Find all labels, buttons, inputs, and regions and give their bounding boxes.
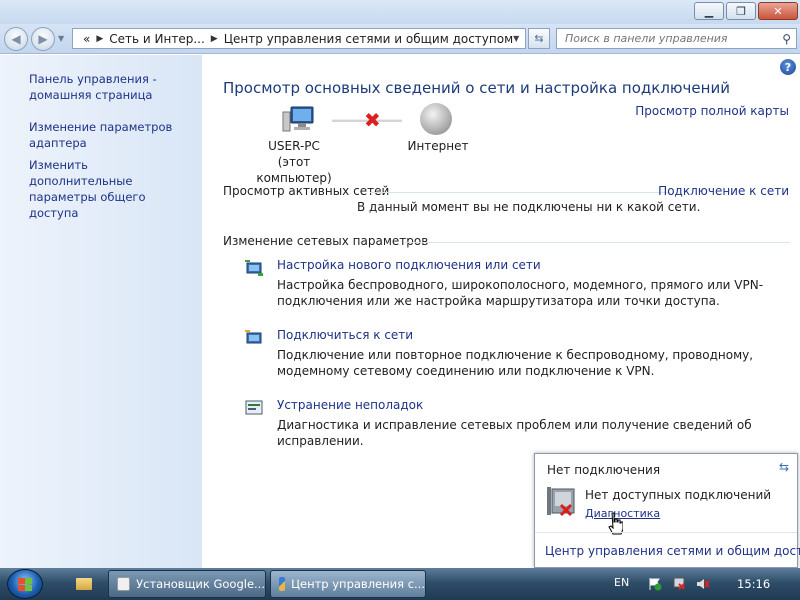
sidebar-item-control-panel-home[interactable]: Панель управления - домашняя страница (29, 71, 194, 103)
back-button[interactable]: ◀ (4, 27, 28, 51)
new-connection-icon[interactable] (244, 259, 264, 277)
control-panel-icon (279, 577, 286, 591)
computer-subtitle: (этот компьютер) (256, 155, 332, 185)
no-connection-x-icon[interactable]: ✖ (364, 108, 381, 132)
refresh-button[interactable]: ⇆ (528, 28, 550, 49)
forward-button[interactable]: ▶ (31, 27, 55, 51)
task-troubleshoot-desc: Диагностика и исправление сетевых пробле… (277, 418, 752, 448)
restore-icon: ❐ (736, 4, 746, 18)
section-divider (370, 192, 670, 193)
close-button[interactable]: ✕ (758, 2, 798, 20)
close-icon: ✕ (773, 4, 783, 18)
page-title: Просмотр основных сведений о сети и наст… (223, 79, 730, 97)
full-map-link[interactable]: Просмотр полной карты (635, 104, 789, 118)
search-box[interactable]: ⚲ (556, 28, 797, 49)
refresh-icon: ⇆ (534, 32, 544, 45)
forward-arrow-icon: ▶ (38, 32, 48, 46)
internet-label: Интернет (407, 139, 469, 153)
minimize-button[interactable]: ▁ (694, 2, 724, 20)
task-connect-network-desc: Подключение или повторное подключение к … (277, 348, 754, 378)
minimize-icon: ▁ (704, 4, 714, 18)
search-input[interactable] (565, 32, 765, 45)
flyout-no-connections: Нет доступных подключений (585, 488, 772, 502)
taskbar: Установщик Google... Центр управления с.… (0, 568, 800, 600)
address-bar[interactable]: « ▶ Сеть и Интер... ▶ Центр управления с… (72, 28, 526, 49)
flyout-divider (535, 532, 797, 533)
installer-icon (117, 577, 131, 591)
internet-globe-icon[interactable] (420, 103, 452, 135)
breadcrumb-separator-icon[interactable]: ▶ (211, 34, 218, 44)
task-setup-connection[interactable]: Настройка нового подключения или сети (277, 258, 541, 272)
troubleshoot-icon[interactable] (244, 399, 264, 417)
computer-name: USER-PC (268, 139, 320, 153)
sidebar-item-sharing-settings[interactable]: Изменить дополнительные параметры общего… (29, 157, 194, 221)
folder-icon (76, 578, 92, 590)
taskbar-item-network-center[interactable]: Центр управления с... (270, 570, 426, 598)
window-controls: ▁ ❐ ✕ (694, 2, 798, 20)
back-arrow-icon: ◀ (11, 32, 21, 46)
address-overflow[interactable]: « (83, 32, 90, 46)
active-networks-title: Просмотр активных сетей (223, 184, 390, 198)
task-setup-connection-desc: Настройка беспроводного, широкополосного… (277, 278, 764, 308)
address-dropdown-icon[interactable]: ▼ (513, 34, 519, 43)
breadcrumb-separator-icon[interactable]: ▶ (96, 34, 103, 44)
connect-to-network-link[interactable]: Подключение к сети (658, 184, 789, 198)
network-flyout: Нет подключения ⇆ Нет доступных подключе… (534, 453, 800, 568)
volume-muted-icon[interactable] (696, 577, 710, 591)
taskbar-item-label: Установщик Google... (136, 577, 265, 591)
start-button[interactable] (7, 569, 43, 599)
sidebar-item-adapter-settings[interactable]: Изменение параметров адаптера (29, 119, 194, 151)
flyout-title: Нет подключения (547, 463, 661, 477)
language-indicator[interactable]: EN (614, 576, 629, 589)
recent-pages-dropdown[interactable]: ▼ (58, 34, 64, 43)
action-center-flag-icon[interactable] (648, 577, 662, 591)
explorer-button[interactable] (66, 572, 102, 596)
taskbar-item-label: Центр управления с... (291, 577, 425, 591)
change-settings-title: Изменение сетевых параметров (223, 234, 429, 248)
computer-label: USER-PC (этот компьютер) (244, 138, 344, 186)
breadcrumb-network[interactable]: Сеть и Интер... (109, 32, 205, 46)
clock[interactable]: 15:16 (737, 577, 770, 591)
help-icon[interactable]: ? (780, 59, 796, 75)
network-tray-icon[interactable] (672, 577, 686, 591)
connect-network-icon[interactable] (244, 329, 264, 347)
flyout-network-center-link[interactable]: Центр управления сетями и общим доступо (545, 544, 800, 558)
breadcrumb-network-center[interactable]: Центр управления сетями и общим доступом (224, 32, 513, 46)
network-disconnected-icon (547, 487, 575, 517)
left-task-pane: Панель управления - домашняя страница Из… (0, 55, 202, 568)
search-icon[interactable]: ⚲ (782, 32, 791, 46)
section-divider (405, 242, 790, 243)
no-network-status: В данный момент вы не подключены ни к ка… (357, 200, 701, 214)
computer-icon[interactable] (282, 106, 314, 132)
flyout-refresh-icon[interactable]: ⇆ (779, 460, 789, 474)
restore-button[interactable]: ❐ (726, 2, 756, 20)
task-troubleshoot[interactable]: Устранение неполадок (277, 398, 423, 412)
title-bar: ▁ ❐ ✕ (0, 0, 800, 24)
taskbar-item-google-installer[interactable]: Установщик Google... (108, 570, 266, 598)
task-connect-network[interactable]: Подключиться к сети (277, 328, 413, 342)
